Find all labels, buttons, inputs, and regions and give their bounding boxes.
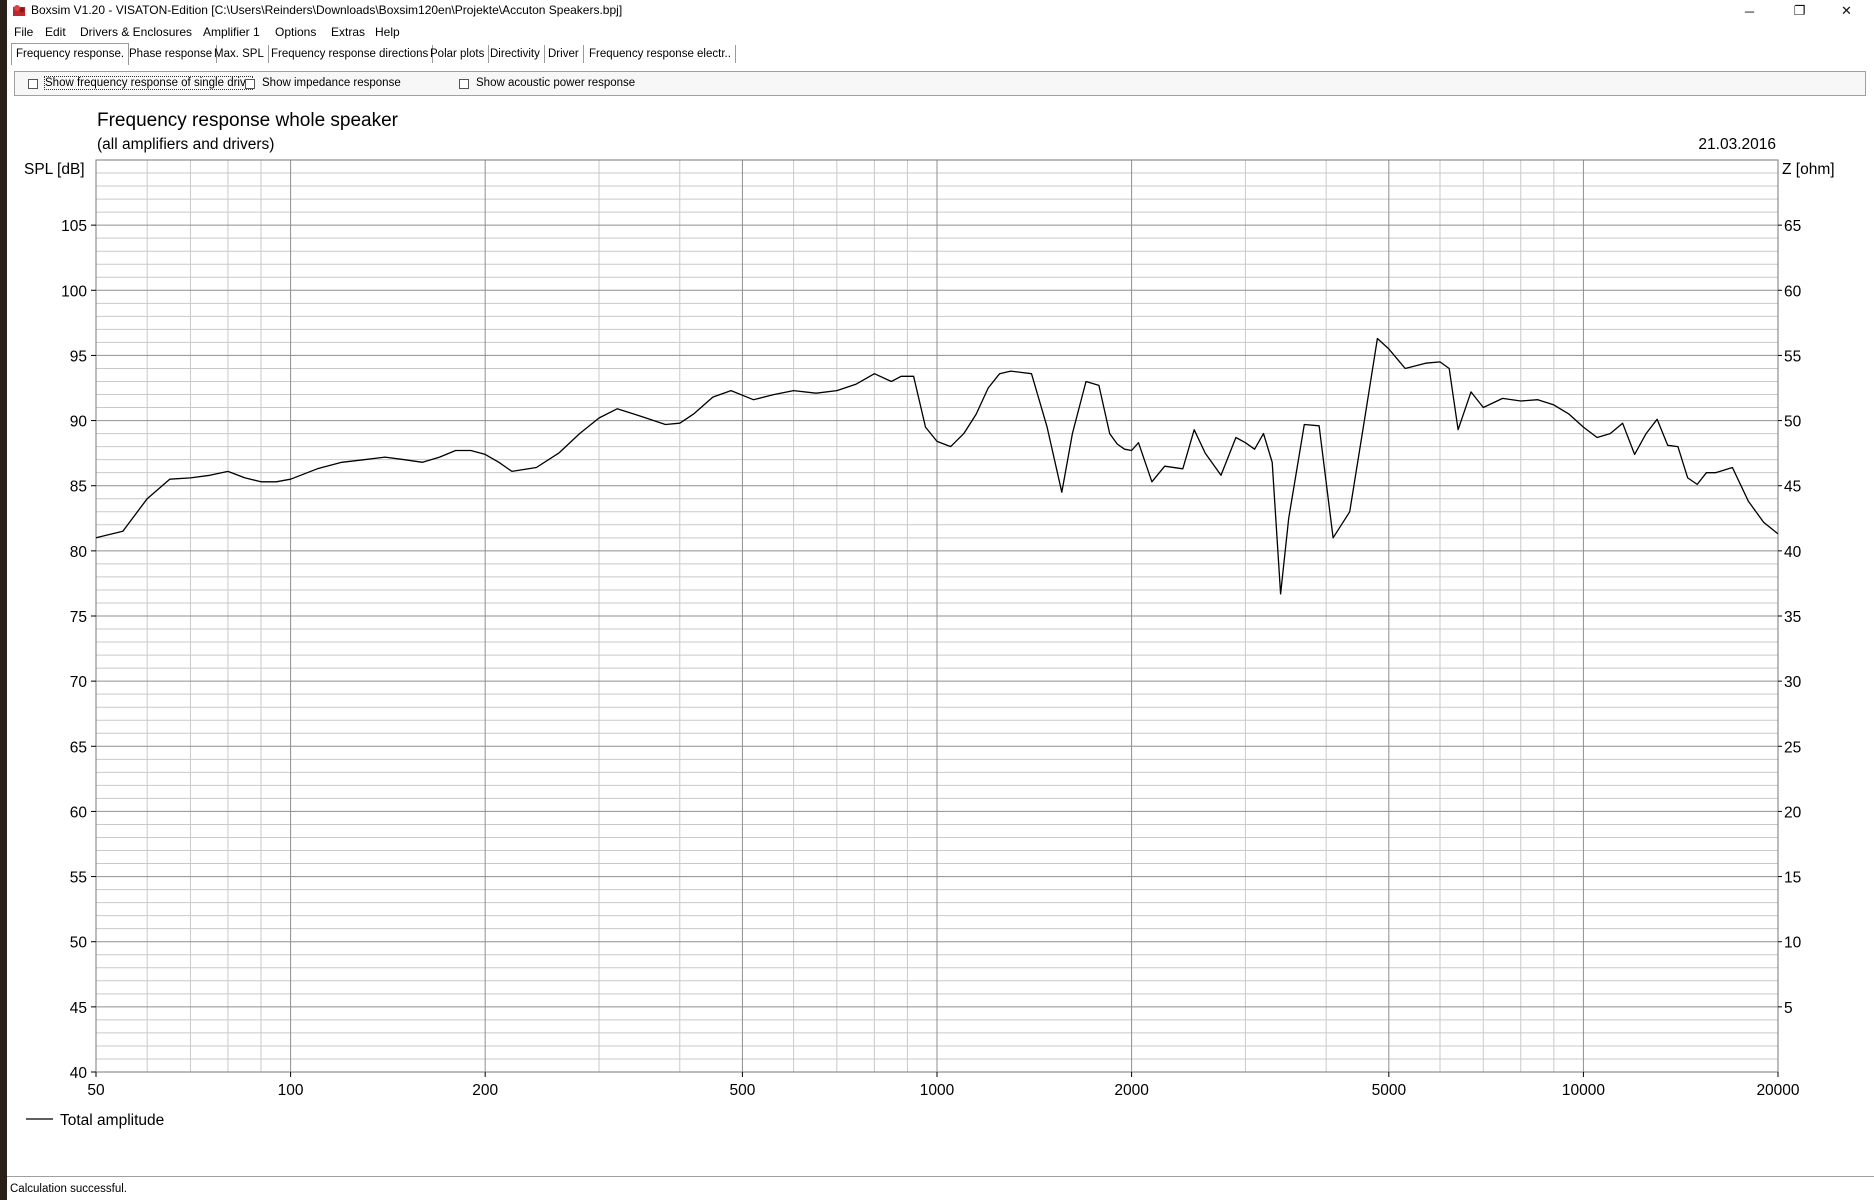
y-tick-label: 95 bbox=[70, 348, 87, 365]
y-tick-label: 45 bbox=[70, 1000, 87, 1017]
status-text: Calculation successful. bbox=[10, 1183, 127, 1195]
legend-label: Total amplitude bbox=[60, 1112, 164, 1129]
y-tick-label: 60 bbox=[70, 804, 88, 821]
y2-tick-label: 30 bbox=[1784, 674, 1802, 691]
y-axis-label: SPL [dB] bbox=[24, 161, 85, 178]
y2-tick-label: 65 bbox=[1784, 218, 1801, 235]
y2-tick-label: 10 bbox=[1784, 935, 1802, 952]
status-bar: Calculation successful. bbox=[7, 1181, 1874, 1200]
y2-axis-label: Z [ohm] bbox=[1782, 161, 1835, 178]
chart-legend: Total amplitude bbox=[26, 1112, 164, 1129]
x-tick-label: 20000 bbox=[1756, 1082, 1799, 1099]
y2-tick-label: 20 bbox=[1784, 804, 1802, 821]
chart-date: 21.03.2016 bbox=[1698, 136, 1776, 153]
y2-tick-label: 50 bbox=[1784, 414, 1802, 431]
y2-tick-label: 35 bbox=[1784, 609, 1801, 626]
y2-tick-label: 25 bbox=[1784, 739, 1801, 756]
y-tick-label: 90 bbox=[70, 414, 88, 431]
y2-tick-label: 55 bbox=[1784, 348, 1801, 365]
x-tick-label: 10000 bbox=[1562, 1082, 1605, 1099]
y-tick-label: 105 bbox=[61, 218, 87, 235]
y-tick-label: 55 bbox=[70, 870, 87, 887]
tick-labels: 40 45 50 55 60 65 70 75 80 85 90 95 100 105 5 10 15 20 25 3… bbox=[61, 218, 1801, 1099]
x-tick-label: 1000 bbox=[920, 1082, 955, 1099]
y-tick-label: 100 bbox=[61, 283, 87, 300]
frequency-response-chart: Frequency response whole speaker (all am… bbox=[24, 110, 1835, 1129]
major-gridlines bbox=[95, 159, 1779, 1073]
x-tick-label: 100 bbox=[278, 1082, 304, 1099]
x-tick-label: 50 bbox=[87, 1082, 105, 1099]
y2-tick-label: 40 bbox=[1784, 544, 1802, 561]
x-tick-label: 500 bbox=[729, 1082, 755, 1099]
y-tick-label: 80 bbox=[70, 544, 88, 561]
y-tick-label: 40 bbox=[70, 1065, 88, 1082]
y2-tick-label: 60 bbox=[1784, 283, 1802, 300]
y-tick-label: 75 bbox=[70, 609, 87, 626]
x-tick-label: 5000 bbox=[1372, 1082, 1407, 1099]
y-tick-label: 85 bbox=[70, 479, 87, 496]
app-window: Boxsim V1.20 - VISATON-Edition [C:\Users… bbox=[7, 0, 1874, 1200]
y-tick-label: 70 bbox=[70, 674, 88, 691]
x-tick-label: 200 bbox=[472, 1082, 498, 1099]
y2-tick-label: 5 bbox=[1784, 1000, 1793, 1017]
y-tick-label: 65 bbox=[70, 739, 87, 756]
status-separator bbox=[7, 1176, 1874, 1177]
y2-tick-label: 15 bbox=[1784, 870, 1801, 887]
desktop-background bbox=[0, 0, 7, 1200]
x-tick-label: 2000 bbox=[1114, 1082, 1149, 1099]
y-tick-label: 50 bbox=[70, 935, 88, 952]
y2-tick-label: 45 bbox=[1784, 479, 1801, 496]
chart-subtitle: (all amplifiers and drivers) bbox=[97, 136, 274, 153]
chart-title: Frequency response whole speaker bbox=[97, 110, 399, 131]
